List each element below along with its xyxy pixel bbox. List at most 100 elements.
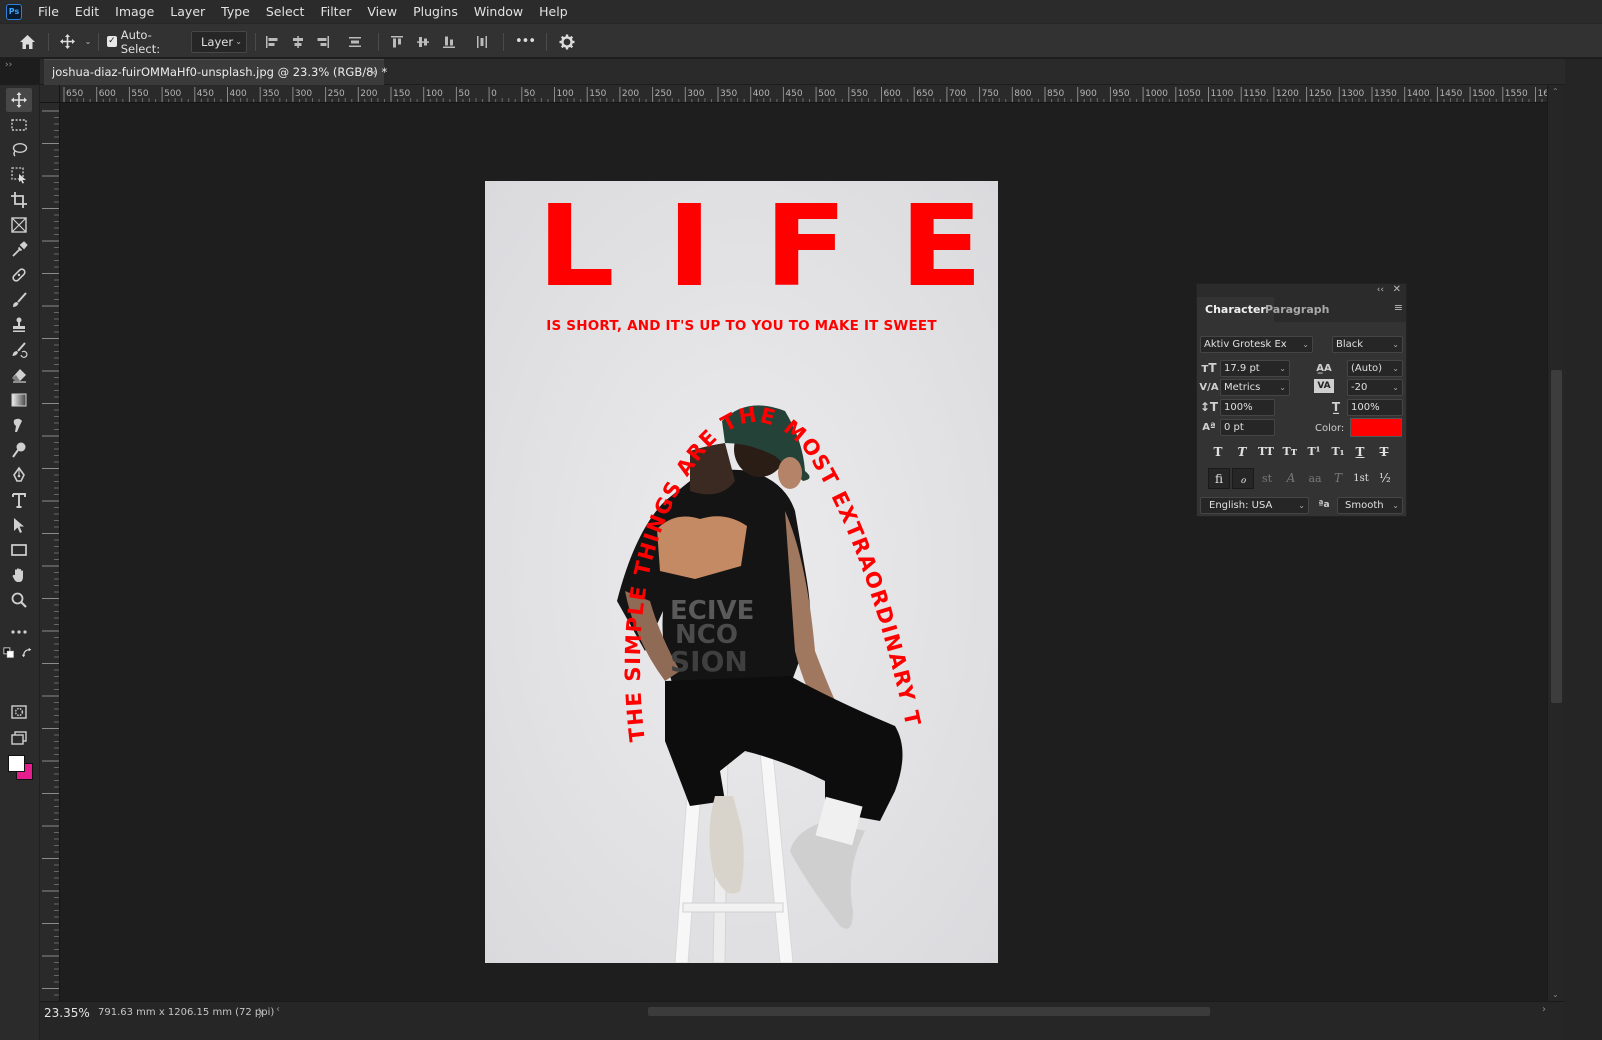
subscript-button[interactable]: T₁: [1327, 442, 1349, 462]
ruler-origin[interactable]: [40, 85, 60, 103]
horizontal-scrollbar[interactable]: ‹ ›: [276, 1004, 1546, 1019]
menu-select[interactable]: Select: [258, 0, 313, 23]
distribute-button[interactable]: [345, 24, 365, 59]
screen-mode-button[interactable]: [6, 726, 32, 750]
type-tool[interactable]: [6, 488, 32, 512]
menu-layer[interactable]: Layer: [162, 0, 213, 23]
auto-select-toggle[interactable]: ✓ Auto-Select:: [107, 24, 183, 59]
superscript-button[interactable]: T¹: [1303, 442, 1325, 462]
smudge-tool[interactable]: [6, 413, 32, 437]
ligatures-button[interactable]: fi: [1208, 468, 1230, 489]
horizontal-ruler[interactable]: 650 600 550 500 450 400 350 300 250 200 150 100 50 0 5…: [60, 85, 1547, 103]
kerning-field[interactable]: Metrics ⌄: [1220, 379, 1290, 396]
close-icon[interactable]: ✕: [1393, 284, 1401, 296]
anti-aliasing-dropdown[interactable]: Smooth ⌄: [1337, 497, 1403, 514]
menu-filter[interactable]: Filter: [312, 0, 359, 23]
more-options-button[interactable]: •••: [512, 24, 538, 59]
align-bottom-button[interactable]: [439, 24, 459, 59]
tracking-field[interactable]: -20 ⌄: [1347, 379, 1403, 396]
crop-tool[interactable]: [6, 188, 32, 212]
lasso-tool[interactable]: [6, 138, 32, 162]
object-selection-tool[interactable]: [6, 163, 32, 187]
hand-tool[interactable]: [6, 563, 32, 587]
rectangle-tool[interactable]: [6, 538, 32, 562]
menu-image[interactable]: Image: [107, 0, 162, 23]
healing-brush-tool[interactable]: [6, 263, 32, 287]
chevron-down-icon[interactable]: ⌄: [82, 24, 94, 59]
document-tab[interactable]: joshua-diaz-fuirOMMaHf0-unsplash.jpg @ 2…: [44, 59, 387, 85]
document-canvas[interactable]: ECIVE NCO SION THE SIMPLE THINGS ARE THE…: [485, 181, 998, 963]
font-family-dropdown[interactable]: Aktiv Grotesk Ex ⌄: [1200, 336, 1313, 353]
vertical-ruler[interactable]: [40, 103, 60, 1001]
horizontal-scroll-thumb[interactable]: [648, 1007, 1210, 1016]
move-tool-preset-button[interactable]: [56, 24, 78, 59]
eyedropper-tool[interactable]: [6, 238, 32, 262]
stylistic-alternates-button[interactable]: aa: [1304, 468, 1326, 489]
align-top-button[interactable]: [387, 24, 407, 59]
auto-select-checkbox[interactable]: ✓: [107, 36, 117, 47]
all-caps-button[interactable]: TT: [1255, 442, 1277, 462]
dodge-tool[interactable]: [6, 438, 32, 462]
panel-header-bar[interactable]: ‹‹ ✕: [1197, 284, 1406, 297]
menu-window[interactable]: Window: [466, 0, 531, 23]
distribute-horizontal-button[interactable]: [472, 24, 492, 59]
tab-paragraph[interactable]: Paragraph: [1257, 297, 1337, 322]
swash-button[interactable]: A: [1280, 468, 1302, 489]
align-middle-button[interactable]: [413, 24, 433, 59]
path-selection-tool[interactable]: [6, 513, 32, 537]
align-right-button[interactable]: [313, 24, 333, 59]
default-colors-button[interactable]: [2, 646, 16, 660]
zoom-level[interactable]: 23.35%: [44, 1006, 90, 1020]
menu-help[interactable]: Help: [531, 0, 576, 23]
swap-colors-button[interactable]: [20, 646, 34, 660]
horizontal-scale-field[interactable]: 100%: [1347, 399, 1403, 416]
close-icon[interactable]: ×: [369, 60, 378, 85]
ordinals-button[interactable]: 1st: [1350, 468, 1372, 489]
collapse-panel-icon[interactable]: ‹‹: [1377, 284, 1384, 296]
hamburger-menu-icon[interactable]: ≡: [1394, 301, 1403, 314]
text-color-swatch[interactable]: [1350, 418, 1402, 437]
pen-tool[interactable]: [6, 463, 32, 487]
small-caps-button[interactable]: Tт: [1279, 442, 1301, 462]
brush-tool[interactable]: [6, 288, 32, 312]
font-size-field[interactable]: 17.9 pt ⌄: [1220, 360, 1290, 377]
discretionary-ligatures-button[interactable]: st: [1256, 468, 1278, 489]
clone-stamp-tool[interactable]: [6, 313, 32, 337]
fractions-button[interactable]: ½: [1374, 468, 1396, 489]
leading-field[interactable]: (Auto) ⌄: [1347, 360, 1403, 377]
foreground-color-swatch[interactable]: [8, 755, 25, 772]
toolbar-collapse-toggle[interactable]: ››: [0, 59, 40, 73]
strikethrough-button[interactable]: T: [1373, 442, 1395, 462]
align-left-button[interactable]: [262, 24, 282, 59]
move-tool[interactable]: [6, 88, 32, 112]
frame-tool[interactable]: [6, 213, 32, 237]
zoom-tool[interactable]: [6, 588, 32, 612]
titling-alternates-button[interactable]: T: [1327, 468, 1349, 489]
menu-type[interactable]: Type: [213, 0, 258, 23]
status-info-toggle[interactable]: 〉: [258, 1005, 269, 1021]
language-dropdown[interactable]: English: USA ⌄: [1200, 497, 1309, 514]
scroll-right-icon[interactable]: ›: [1542, 1004, 1546, 1015]
scroll-up-icon[interactable]: ⌃: [1552, 87, 1559, 96]
faux-bold-button[interactable]: T: [1207, 442, 1229, 462]
align-center-button[interactable]: [288, 24, 308, 59]
gradient-tool[interactable]: [6, 388, 32, 412]
vertical-scale-field[interactable]: 100%: [1220, 399, 1275, 416]
font-style-dropdown[interactable]: Black ⌄: [1332, 336, 1403, 353]
menu-file[interactable]: File: [30, 0, 67, 23]
auto-select-target-dropdown[interactable]: Layer ⌄: [191, 31, 247, 53]
marquee-tool[interactable]: [6, 113, 32, 137]
quick-mask-button[interactable]: [6, 700, 32, 724]
menu-view[interactable]: View: [359, 0, 405, 23]
vertical-scrollbar[interactable]: ⌃ ⌄: [1547, 85, 1565, 1001]
faux-italic-button[interactable]: T: [1231, 442, 1253, 462]
settings-button[interactable]: [556, 24, 578, 59]
scroll-down-icon[interactable]: ⌄: [1552, 990, 1559, 999]
vertical-scroll-thumb[interactable]: [1551, 370, 1562, 703]
menu-plugins[interactable]: Plugins: [405, 0, 466, 23]
scroll-left-icon[interactable]: ‹: [276, 1004, 280, 1015]
edit-toolbar-button[interactable]: [6, 620, 32, 644]
menu-edit[interactable]: Edit: [67, 0, 107, 23]
contextual-alternates-button[interactable]: ℴ: [1232, 468, 1254, 489]
canvas-workspace[interactable]: ECIVE NCO SION THE SIMPLE THINGS ARE THE…: [60, 103, 1547, 1001]
